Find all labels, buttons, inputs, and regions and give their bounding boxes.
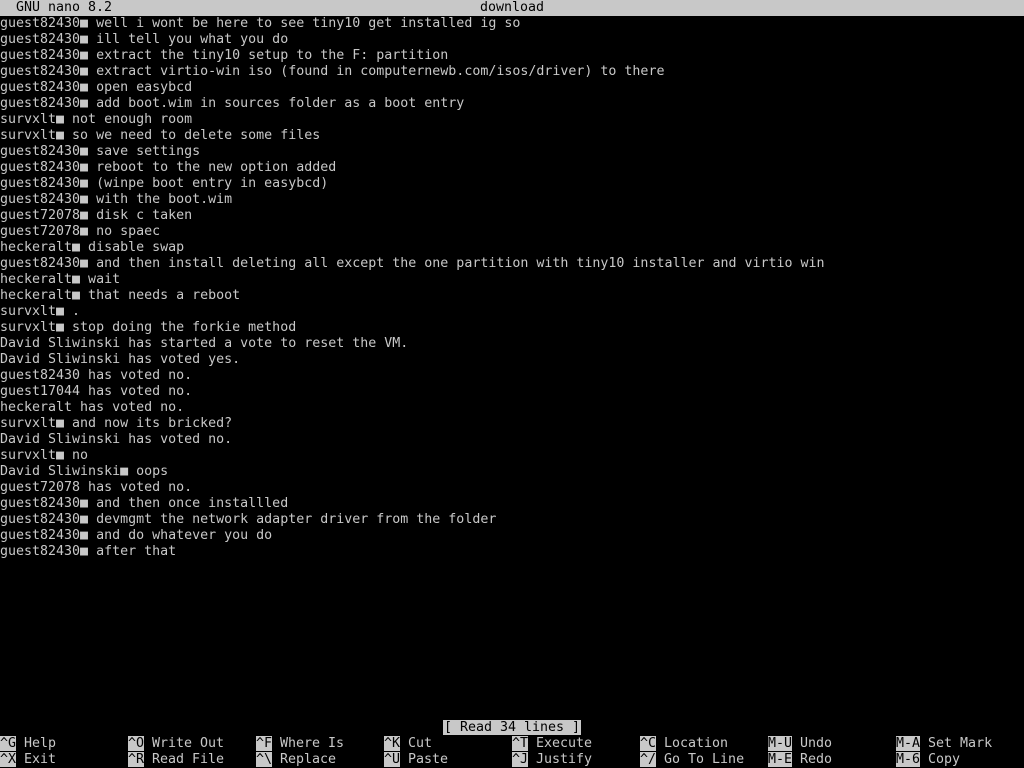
text-line[interactable]: heckeralt■ wait	[0, 272, 1024, 288]
text-line[interactable]: guest82430■ reboot to the new option add…	[0, 160, 1024, 176]
shortcut-label: Write Out	[152, 736, 225, 751]
shortcut-key: ^C	[640, 736, 657, 751]
shortcut-write-out[interactable]: ^O Write Out	[128, 736, 224, 752]
shortcut-key: ^G	[0, 736, 17, 751]
shortcut-go-to-line[interactable]: ^/ Go To Line	[640, 752, 744, 768]
shortcut-cut[interactable]: ^K Cut	[384, 736, 432, 752]
text-line[interactable]: guest82430■ save settings	[0, 144, 1024, 160]
text-line[interactable]: survxlt■ stop doing the forkie method	[0, 320, 1024, 336]
shortcut-key: ^T	[512, 736, 529, 751]
text-line[interactable]: guest82430■ and then once installled	[0, 496, 1024, 512]
title-bar: GNU nano 8.2 download	[0, 0, 1024, 16]
shortcut-exit[interactable]: ^X Exit	[0, 752, 56, 768]
shortcut-location[interactable]: ^C Location	[640, 736, 728, 752]
shortcut-execute[interactable]: ^T Execute	[512, 736, 592, 752]
text-line[interactable]: survxlt■ no	[0, 448, 1024, 464]
text-line[interactable]: guest82430■ ill tell you what you do	[0, 32, 1024, 48]
text-line[interactable]: guest82430■ and then install deleting al…	[0, 256, 1024, 272]
text-line[interactable]: guest82430■ extract the tiny10 setup to …	[0, 48, 1024, 64]
text-line[interactable]: heckeralt■ that needs a reboot	[0, 288, 1024, 304]
shortcut-key: ^O	[128, 736, 145, 751]
shortcut-paste[interactable]: ^U Paste	[384, 752, 448, 768]
shortcut-bar: ^G Help ^X Exit ^O Write Out ^R Read File ^F Wher…	[0, 736, 1024, 768]
shortcut-copy[interactable]: M-6 Copy	[896, 752, 960, 768]
shortcut-label: Go To Line	[664, 752, 745, 767]
shortcut-set-mark[interactable]: M-A Set Mark	[896, 736, 992, 752]
shortcut-label: Set Mark	[928, 736, 993, 751]
shortcut-label: Replace	[280, 752, 337, 767]
shortcut-key: M-E	[768, 752, 793, 767]
text-line[interactable]: guest17044 has voted no.	[0, 384, 1024, 400]
text-line[interactable]: survxlt■ not enough room	[0, 112, 1024, 128]
text-line[interactable]: David Sliwinski has voted yes.	[0, 352, 1024, 368]
file-name: download	[479, 0, 545, 15]
text-line[interactable]: guest82430■ well i wont be here to see t…	[0, 16, 1024, 32]
text-line[interactable]: survxlt■ .	[0, 304, 1024, 320]
shortcut-label: Where Is	[280, 736, 345, 751]
text-line[interactable]: survxlt■ so we need to delete some files	[0, 128, 1024, 144]
text-line[interactable]: guest82430■ extract virtio-win iso (foun…	[0, 64, 1024, 80]
shortcut-justify[interactable]: ^J Justify	[512, 752, 592, 768]
shortcut-label: Execute	[536, 736, 593, 751]
shortcut-replace[interactable]: ^\ Replace	[256, 752, 336, 768]
shortcut-key: ^\	[256, 752, 273, 767]
text-line[interactable]: guest82430■ after that	[0, 544, 1024, 560]
shortcut-label: Paste	[408, 752, 449, 767]
status-message: [ Read 34 lines ]	[442, 720, 582, 735]
shortcut-key: M-6	[896, 752, 921, 767]
shortcut-key: M-U	[768, 736, 793, 751]
shortcut-key: ^X	[0, 752, 17, 767]
shortcut-label: Cut	[408, 736, 433, 751]
shortcut-key: ^K	[384, 736, 401, 751]
shortcut-key: ^J	[512, 752, 529, 767]
text-line[interactable]: survxlt■ and now its bricked?	[0, 416, 1024, 432]
shortcut-label: Help	[24, 736, 57, 751]
text-line[interactable]: guest72078■ disk c taken	[0, 208, 1024, 224]
shortcut-label: Redo	[800, 752, 833, 767]
text-line[interactable]: David Sliwinski has started a vote to re…	[0, 336, 1024, 352]
text-line[interactable]: David Sliwinski has voted no.	[0, 432, 1024, 448]
text-line[interactable]: guest72078■ no spaec	[0, 224, 1024, 240]
shortcut-where-is[interactable]: ^F Where Is	[256, 736, 344, 752]
shortcut-redo[interactable]: M-E Redo	[768, 752, 832, 768]
text-line[interactable]: guest82430■ open easybcd	[0, 80, 1024, 96]
shortcut-key: ^F	[256, 736, 273, 751]
text-buffer[interactable]: guest82430■ well i wont be here to see t…	[0, 16, 1024, 560]
shortcut-undo[interactable]: M-U Undo	[768, 736, 832, 752]
text-line[interactable]: guest82430■ and do whatever you do	[0, 528, 1024, 544]
text-line[interactable]: David Sliwinski■ oops	[0, 464, 1024, 480]
shortcut-label: Justify	[536, 752, 593, 767]
text-line[interactable]: heckeralt■ disable swap	[0, 240, 1024, 256]
shortcut-key: M-A	[896, 736, 921, 751]
shortcut-label: Read File	[152, 752, 225, 767]
text-line[interactable]: guest82430 has voted no.	[0, 368, 1024, 384]
text-line[interactable]: guest82430■ add boot.wim in sources fold…	[0, 96, 1024, 112]
shortcut-help[interactable]: ^G Help	[0, 736, 56, 752]
shortcut-label: Exit	[24, 752, 57, 767]
text-line[interactable]: guest82430■ with the boot.wim	[0, 192, 1024, 208]
text-line[interactable]: guest82430■ (winpe boot entry in easybcd…	[0, 176, 1024, 192]
text-line[interactable]: guest82430■ devmgmt the network adapter …	[0, 512, 1024, 528]
shortcut-label: Location	[664, 736, 729, 751]
shortcut-key: ^/	[640, 752, 657, 767]
shortcut-key: ^U	[384, 752, 401, 767]
shortcut-key: ^R	[128, 752, 145, 767]
shortcut-label: Copy	[928, 752, 961, 767]
text-line[interactable]: guest72078 has voted no.	[0, 480, 1024, 496]
status-bar: [ Read 34 lines ]	[0, 720, 1024, 736]
shortcut-label: Undo	[800, 736, 833, 751]
shortcut-read-file[interactable]: ^R Read File	[128, 752, 224, 768]
text-line[interactable]: heckeralt has voted no.	[0, 400, 1024, 416]
